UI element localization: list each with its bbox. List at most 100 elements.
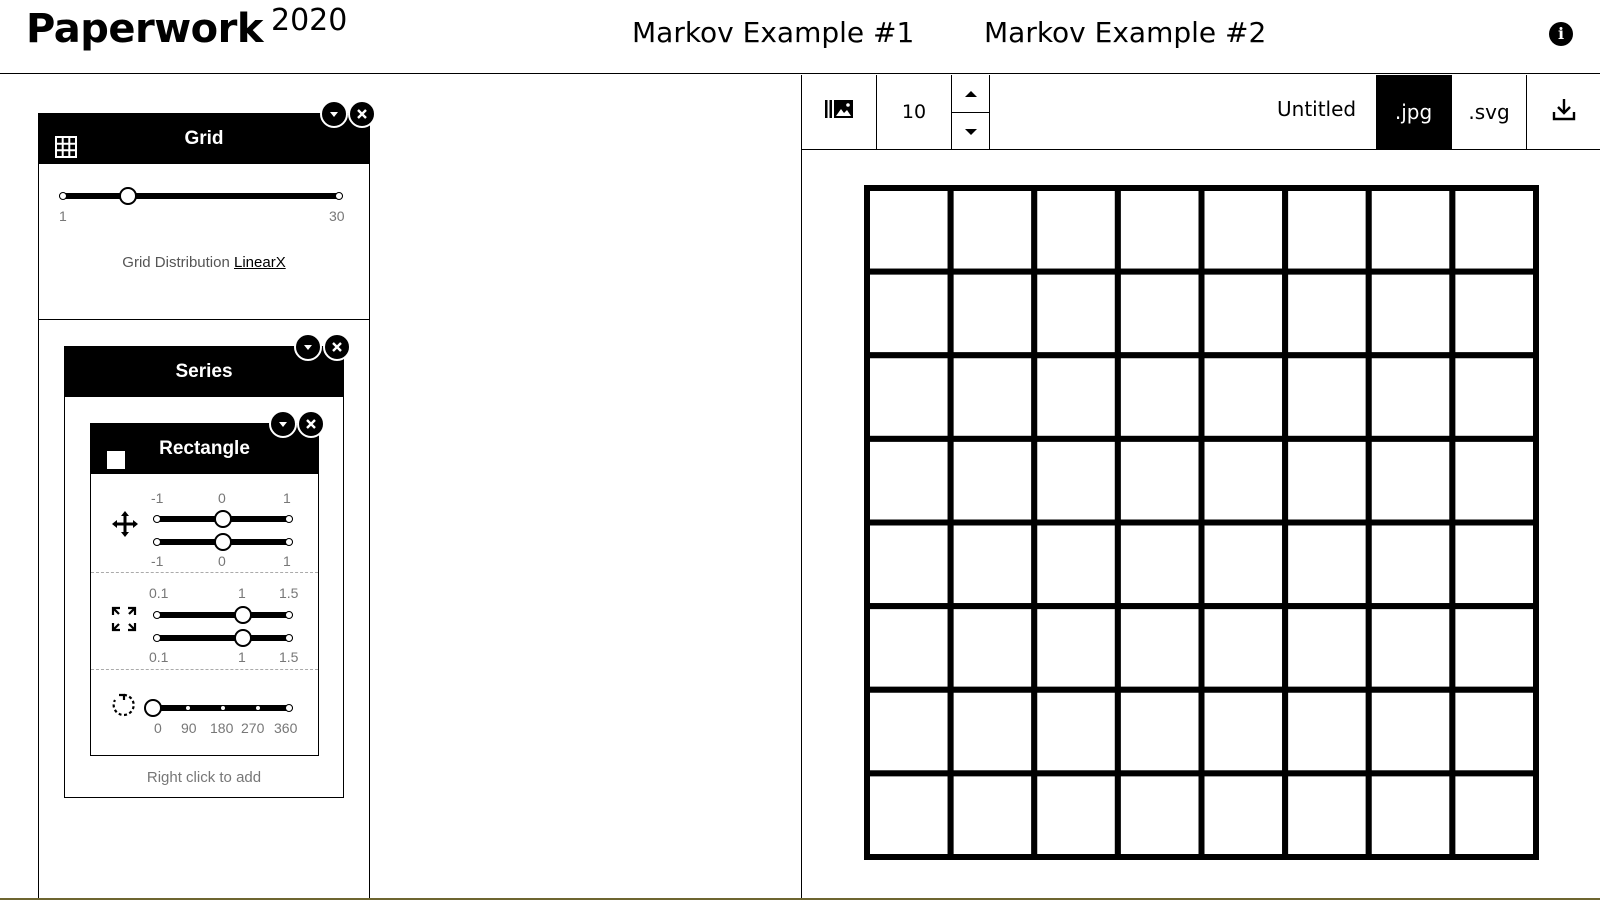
grid-cell [1365, 185, 1456, 275]
rectangle-panel: Rectangle -1 0 1 -1 0 1 0.1 1 1.5 0.1 1 … [90, 410, 325, 756]
scale-x-slider[interactable] [153, 605, 293, 625]
decrement-button[interactable] [951, 112, 990, 149]
grid-cell [1449, 603, 1539, 693]
count-value[interactable]: 10 [877, 75, 952, 149]
grid-panel-header: Grid [39, 114, 369, 164]
position-bottom-max: 1 [283, 553, 291, 569]
collapse-series-button[interactable] [294, 333, 322, 361]
grid-size-min-label: 1 [59, 208, 67, 224]
add-series-hint: Right click to add [146, 769, 262, 786]
count-stepper [951, 75, 990, 149]
position-y-thumb[interactable] [214, 533, 232, 551]
artwork-canvas[interactable] [864, 185, 1539, 860]
grid-cell [1198, 435, 1289, 526]
grid-cell [1365, 603, 1456, 693]
grid-icon [55, 128, 77, 178]
close-series-button[interactable] [323, 333, 351, 361]
grid-cell [1198, 770, 1289, 860]
grid-cell [1031, 686, 1121, 777]
position-x-slider[interactable] [153, 509, 293, 529]
expand-icon [111, 606, 137, 637]
collapse-rectangle-button[interactable] [269, 410, 297, 438]
series-panel-title: Series [175, 361, 233, 382]
grid-cell [1114, 268, 1205, 359]
close-grid-button[interactable] [348, 100, 376, 128]
grid-cell [1031, 185, 1121, 275]
rotation-slider[interactable] [144, 698, 293, 718]
increment-button[interactable] [952, 75, 990, 112]
collapse-grid-button[interactable] [320, 100, 348, 128]
format-svg-button[interactable]: .svg [1452, 75, 1527, 149]
app-logo[interactable]: Paperwork 2020 [26, 3, 347, 52]
grid-cell [1198, 519, 1289, 610]
grid-cell [1365, 268, 1456, 359]
grid-cell [1114, 185, 1205, 275]
scale-top-max: 1.5 [279, 585, 299, 601]
grid-size-slider-thumb[interactable] [118, 187, 137, 205]
grid-cell [1282, 603, 1372, 693]
scale-y-slider[interactable] [153, 628, 293, 648]
grid-cell [1031, 603, 1121, 693]
grid-distribution: Grid Distribution LinearX [39, 254, 369, 271]
preview-toolbar: 10 Untitled .jpg .svg [802, 75, 1600, 150]
grid-cell [947, 268, 1038, 359]
grid-cell [1198, 603, 1289, 693]
grid-cell [864, 352, 954, 442]
grid-cell [1282, 770, 1372, 860]
grid-cell [864, 770, 954, 860]
grid-cell [1449, 352, 1539, 442]
grid-panel-title: Grid [184, 128, 224, 149]
grid-cell [947, 519, 1038, 610]
document-title[interactable]: Untitled [1277, 97, 1356, 121]
grid-cell [1198, 185, 1289, 275]
caret-up-icon [964, 82, 978, 105]
grid-cell [864, 603, 954, 693]
grid-cell [1365, 352, 1456, 442]
position-x-thumb[interactable] [214, 510, 232, 528]
close-rectangle-button[interactable] [297, 410, 325, 438]
nav-markov-example-2[interactable]: Markov Example #2 [984, 16, 1266, 49]
grid-cell [947, 352, 1038, 442]
grid-cell [1365, 770, 1456, 860]
panel-divider [39, 319, 369, 320]
info-icon[interactable]: i [1549, 22, 1573, 46]
grid-cell [1198, 268, 1289, 359]
scale-y-thumb[interactable] [234, 629, 252, 647]
scale-bottom-max: 1.5 [279, 649, 299, 665]
grid-cell [1114, 435, 1205, 526]
position-bottom-min: -1 [151, 553, 164, 569]
grid-cell [947, 185, 1038, 275]
grid-cell [1365, 519, 1456, 610]
grid-cell [947, 770, 1038, 860]
scale-x-thumb[interactable] [234, 606, 252, 624]
move-icon [111, 510, 139, 543]
grid-cell [1031, 352, 1121, 442]
grid-cell [1031, 268, 1121, 359]
grid-panel: Grid 1 30 Grid Distribution LinearX Seri… [38, 100, 376, 900]
grid-cell [1282, 519, 1372, 610]
format-jpg-button[interactable]: .jpg [1376, 75, 1452, 149]
scale-section: 0.1 1 1.5 0.1 1 1.5 [91, 573, 318, 670]
grid-size-slider[interactable] [59, 186, 343, 206]
gallery-icon [824, 98, 854, 126]
scale-top-min: 0.1 [149, 585, 169, 601]
grid-cell [1031, 519, 1121, 610]
download-button[interactable] [1527, 75, 1600, 149]
grid-cell [1114, 686, 1205, 777]
grid-distribution-value[interactable]: LinearX [234, 254, 286, 271]
grid-cell [1031, 770, 1121, 860]
editor-pane: Grid 1 30 Grid Distribution LinearX Seri… [0, 75, 801, 900]
position-y-slider[interactable] [153, 532, 293, 552]
grid-cell [1282, 185, 1372, 275]
grid-cell [1282, 686, 1372, 777]
gallery-button[interactable] [802, 75, 877, 149]
grid-cell [1198, 352, 1289, 442]
grid-cell [1282, 435, 1372, 526]
nav-markov-example-1[interactable]: Markov Example #1 [632, 16, 914, 49]
grid-cell [1114, 519, 1205, 610]
rotation-label-0: 0 [154, 720, 162, 736]
grid-cell [1449, 686, 1539, 777]
download-icon [1552, 97, 1576, 127]
grid-cell [864, 268, 954, 359]
rotation-thumb[interactable] [144, 699, 162, 717]
